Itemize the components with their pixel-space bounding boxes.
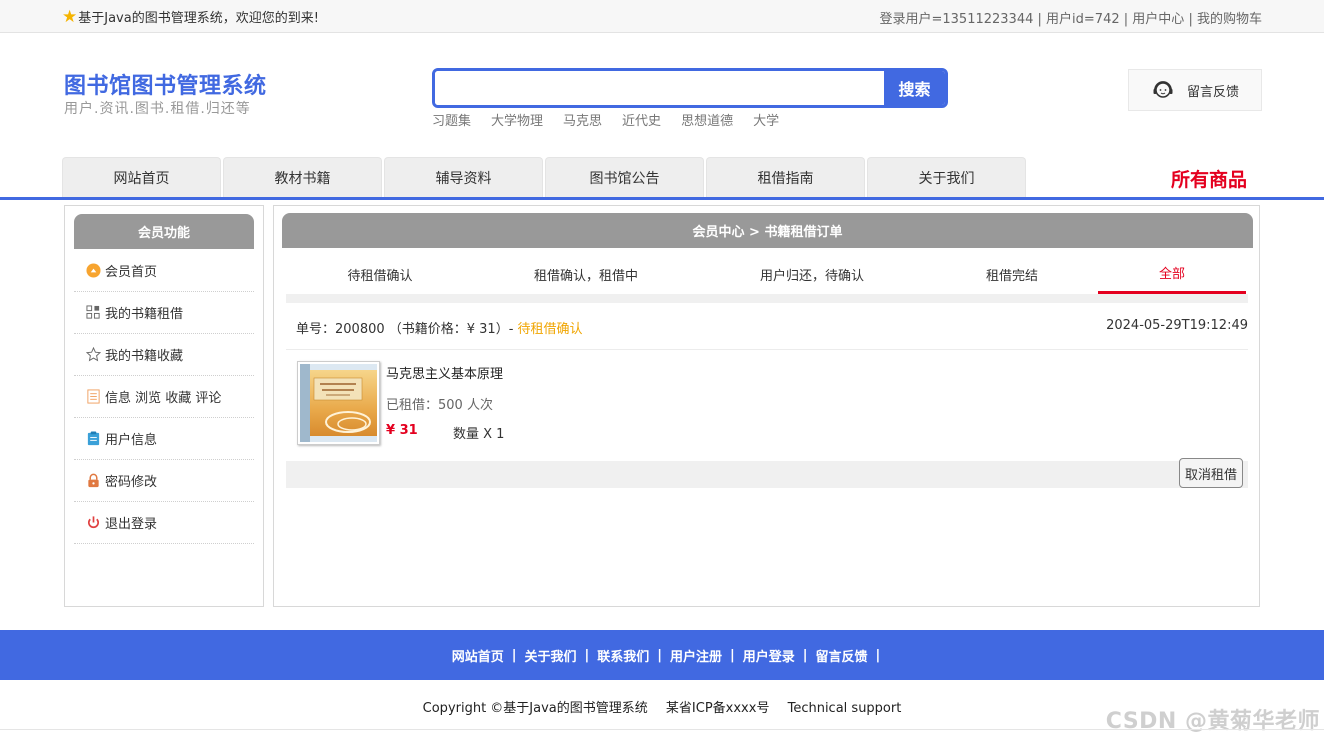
divider	[0, 729, 1324, 730]
order-status: 待租借确认	[517, 322, 583, 337]
sidebar-item-change-password[interactable]: 密码修改	[74, 460, 254, 502]
sidebar-item-label: 用户信息	[105, 433, 158, 448]
book-title[interactable]: 马克思主义基本原理	[386, 363, 503, 382]
icp-text: 某省ICP备xxxx号	[665, 701, 770, 716]
footer-nav: 网站首页 | 关于我们 | 联系我们 | 用户注册 | 用户登录 | 留言反馈 |	[0, 630, 1324, 680]
nav-tab-home[interactable]: 网站首页	[62, 157, 221, 197]
order-number: 单号：200800 （书籍价格：¥ 31）-	[296, 322, 514, 337]
divider: |	[1037, 12, 1042, 27]
headset-icon	[1153, 81, 1173, 98]
tab-pending-confirm[interactable]: 待租借确认	[286, 254, 474, 294]
order-status-tabs: 待租借确认 租借确认，租借中 用户归还，待确认 租借完结 全部	[286, 254, 1248, 294]
login-user: 登录用户=13511223344	[879, 12, 1034, 27]
order-panel: 会员中心 > 书籍租借订单 待租借确认 租借确认，租借中 用户归还，待确认 租借…	[273, 205, 1260, 607]
tab-returned-pending[interactable]: 用户归还，待确认	[698, 254, 926, 294]
sidebar-item-logout[interactable]: 退出登录	[74, 502, 254, 544]
book-quantity: 数量 X 1	[453, 427, 505, 442]
nav-tab-materials[interactable]: 辅导资料	[384, 157, 543, 197]
sidebar-item-label: 信息 浏览 收藏 评论	[105, 391, 222, 406]
sidebar-item-label: 退出登录	[105, 517, 158, 532]
sidebar-item-member-home[interactable]: 会员首页	[74, 250, 254, 292]
cancel-rental-button[interactable]: 取消租借	[1179, 458, 1243, 488]
footer-link-contact[interactable]: 联系我们	[597, 646, 649, 665]
sidebar-item-my-rentals[interactable]: 我的书籍租借	[74, 292, 254, 334]
nav-tab-textbooks[interactable]: 教材书籍	[223, 157, 382, 197]
grid-icon	[85, 305, 101, 321]
nav-tab-announcements[interactable]: 图书馆公告	[545, 157, 704, 197]
sidebar-title: 会员功能	[74, 214, 254, 249]
copyright-text: Copyright ©基于Java的图书管理系统	[422, 701, 648, 716]
divider: |	[875, 647, 881, 663]
sidebar-item-label: 会员首页	[105, 265, 158, 280]
search-input[interactable]	[435, 71, 887, 105]
sidebar-item-label: 我的书籍收藏	[105, 349, 184, 364]
top-bar: ★ 基于Java的图书管理系统，欢迎您的到来! 登录用户=13511223344…	[0, 0, 1324, 33]
star-outline-icon	[85, 347, 101, 363]
divider: |	[1123, 12, 1129, 27]
cart-link[interactable]: 我的购物车	[1197, 12, 1262, 27]
divider: |	[584, 647, 590, 663]
tab-all[interactable]: 全部	[1098, 254, 1246, 294]
site-title[interactable]: 图书馆图书管理系统	[64, 68, 267, 100]
watermark: CSDN @黄菊华老师	[1105, 709, 1320, 734]
nav-tab-guide[interactable]: 租借指南	[706, 157, 865, 197]
divider: |	[657, 647, 662, 663]
divider: |	[730, 647, 735, 663]
hot-word-link[interactable]: 习题集	[432, 110, 471, 129]
welcome-message: ★ 基于Java的图书管理系统，欢迎您的到来!	[62, 7, 319, 26]
clipboard-icon	[85, 431, 101, 447]
divider: |	[1188, 12, 1193, 27]
footer-link-register[interactable]: 用户注册	[670, 646, 722, 665]
nav-divider	[0, 197, 1324, 200]
sidebar-item-my-favorites[interactable]: 我的书籍收藏	[74, 334, 254, 376]
breadcrumb: 会员中心 > 书籍租借订单	[282, 213, 1253, 248]
search-button[interactable]: 搜索	[884, 71, 945, 105]
member-home-icon	[85, 263, 101, 279]
divider	[286, 349, 1248, 350]
main-nav: 网站首页 教材书籍 辅导资料 图书馆公告 租借指南 关于我们	[62, 157, 1028, 197]
order-action-bar: 取消租借	[286, 458, 1248, 488]
tab-underbar	[286, 294, 1248, 303]
sidebar-item-activity[interactable]: 信息 浏览 收藏 评论	[74, 376, 254, 418]
user-center-link[interactable]: 用户中心	[1132, 12, 1184, 27]
tab-renting[interactable]: 租借确认，租借中	[474, 254, 698, 294]
sidebar-item-user-info[interactable]: 用户信息	[74, 418, 254, 460]
hot-word-link[interactable]: 大学	[753, 110, 779, 129]
tab-completed[interactable]: 租借完结	[926, 254, 1098, 294]
site-subtitle: 用户.资讯.图书.租借.归还等	[64, 101, 251, 117]
member-sidebar: 会员功能 会员首页 我的书籍租借 我的书籍收藏 信息 浏览 收藏 评论 用户信息…	[64, 205, 264, 607]
hot-word-link[interactable]: 马克思	[563, 110, 602, 129]
hot-word-link[interactable]: 近代史	[622, 110, 661, 129]
feedback-button[interactable]: 留言反馈	[1128, 69, 1262, 111]
footer-link-login[interactable]: 用户登录	[743, 646, 795, 665]
hot-words: 习题集 大学物理 马克思 近代史 思想道德 大学	[432, 110, 799, 129]
divider: |	[802, 647, 808, 663]
all-goods-link[interactable]: 所有商品	[1171, 165, 1247, 192]
support-text: Technical support	[787, 701, 902, 716]
footer-link-home[interactable]: 网站首页	[452, 646, 504, 665]
footer-link-about[interactable]: 关于我们	[524, 646, 576, 665]
sidebar-item-label: 我的书籍租借	[105, 307, 184, 322]
power-icon	[85, 515, 101, 531]
footer-link-feedback[interactable]: 留言反馈	[816, 646, 868, 665]
user-info: 登录用户=13511223344 | 用户id=742 | 用户中心 | 我的购…	[880, 8, 1263, 27]
borrow-count: 已租借：500 人次	[386, 398, 493, 413]
document-icon	[85, 389, 101, 405]
search-box: 搜索	[432, 68, 948, 108]
order-time: 2024-05-29T19:12:49	[1106, 318, 1248, 333]
star-icon: ★	[62, 6, 78, 27]
welcome-text: 基于Java的图书管理系统，欢迎您的到来!	[78, 11, 319, 26]
user-id: 用户id=742	[1046, 12, 1120, 27]
nav-tab-about[interactable]: 关于我们	[867, 157, 1026, 197]
hot-word-link[interactable]: 大学物理	[491, 110, 543, 129]
divider: |	[511, 647, 517, 663]
feedback-label: 留言反馈	[1187, 84, 1240, 100]
book-price: ¥ 31	[386, 423, 418, 438]
sidebar-item-label: 密码修改	[105, 475, 158, 490]
book-cover-image[interactable]	[297, 361, 380, 445]
hot-word-link[interactable]: 思想道德	[681, 110, 733, 129]
lock-icon	[85, 473, 101, 489]
order-header: 单号：200800 （书籍价格：¥ 31）- 待租借确认	[296, 318, 583, 337]
